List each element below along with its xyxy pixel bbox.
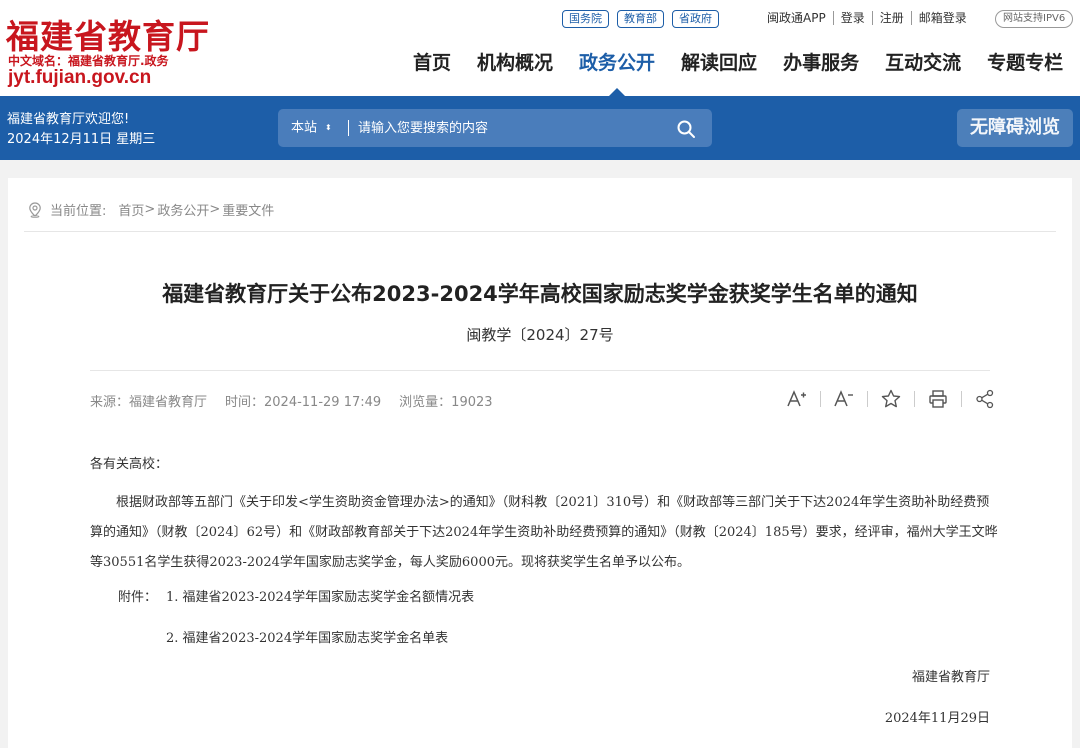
breadcrumb-label: 当前位置: [50, 204, 107, 219]
article-time: 时间：2024-11-29 17:49 [225, 395, 382, 410]
register-link[interactable]: 注册 [873, 11, 912, 25]
article-source: 来源：福建省教育厅 [90, 395, 208, 410]
nav-item-services[interactable]: 办事服务 [770, 50, 872, 76]
app-link[interactable]: 闽政通APP [760, 11, 834, 25]
gov-link-provincial-government[interactable]: 省政府 [672, 10, 719, 28]
sign-date: 2024年11月29日 [884, 711, 990, 726]
top-links: 闽政通APP 登录 注册 邮箱登录 [760, 11, 974, 25]
welcome-search-bar: 福建省教育厅欢迎您! 2024年12月11日 星期三 本站 ⬍ 无障碍浏览 [0, 96, 1080, 160]
nav-item-government-affairs[interactable]: 政务公开 [566, 50, 668, 96]
search-box: 本站 ⬍ [278, 109, 712, 147]
sort-arrows-icon: ⬍ [325, 123, 332, 132]
site-logo-title[interactable]: 福建省教育厅 [6, 10, 210, 58]
gov-links: 国务院 教育部 省政府 [562, 10, 719, 28]
breadcrumb-important-documents[interactable]: 重要文件 [222, 200, 274, 219]
article-meta: 来源：福建省教育厅 时间：2024-11-29 17:49 浏览量：19023 [90, 391, 493, 410]
nav-item-topics[interactable]: 专题专栏 [974, 50, 1076, 76]
meta-divider [90, 370, 990, 371]
site-logo-domain: jyt.fujian.gov.cn [8, 67, 152, 88]
article-card: 当前位置: 首页 > 政务公开 > 重要文件 福建省教育厅关于公布2023-2024… [8, 178, 1072, 748]
article-paragraph: 根据财政部等五部门《关于印发<学生资助资金管理办法>的通知》（财科教〔2021〕… [90, 495, 998, 570]
print-icon[interactable] [927, 388, 949, 410]
current-date: 2024年12月11日 星期三 [7, 132, 156, 147]
article-tools [786, 388, 996, 410]
search-scope-value: 本站 [291, 120, 318, 136]
search-icon[interactable] [676, 119, 696, 139]
signer: 福建省教育厅 [911, 670, 990, 685]
nav-item-interaction[interactable]: 互动交流 [872, 50, 974, 76]
search-scope-select[interactable]: 本站 ⬍ [291, 109, 332, 147]
tool-divider [961, 391, 962, 407]
location-pin-icon [29, 201, 41, 218]
font-larger-icon[interactable] [786, 388, 808, 410]
gov-link-ministry-of-education[interactable]: 教育部 [617, 10, 664, 28]
breadcrumb: 当前位置: 首页 > 政务公开 > 重要文件 [28, 200, 274, 219]
search-input[interactable] [358, 115, 658, 141]
attachment-link-2[interactable]: 2. 福建省2023-2024学年国家励志奖学金名单表 [166, 627, 448, 646]
login-link[interactable]: 登录 [834, 11, 873, 25]
share-icon[interactable] [974, 388, 996, 410]
attachment-label: 附件： [118, 590, 158, 605]
tool-divider [820, 391, 821, 407]
tool-divider [867, 391, 868, 407]
search-divider [348, 120, 349, 136]
gov-link-state-council[interactable]: 国务院 [562, 10, 609, 28]
site-header: 福建省教育厅 中文域名：福建省教育厅.政务 jyt.fujian.gov.cn … [0, 0, 1080, 96]
star-icon[interactable] [880, 388, 902, 410]
welcome-message: 福建省教育厅欢迎您! [7, 112, 130, 127]
tool-divider [914, 391, 915, 407]
welcome-text: 福建省教育厅欢迎您! 2024年12月11日 星期三 [7, 110, 155, 150]
ipv6-badge: 网站支持IPV6 [995, 10, 1074, 28]
salutation: 各有关高校： [90, 457, 169, 472]
nav-item-home[interactable]: 首页 [400, 50, 464, 76]
nav-item-interpretation[interactable]: 解读回应 [668, 50, 770, 76]
nav-item-organization[interactable]: 机构概况 [464, 50, 566, 76]
breadcrumb-home[interactable]: 首页 [118, 200, 144, 219]
article-title: 福建省教育厅关于公布2023-2024学年高校国家励志奖学金获奖学生名单的通知 [162, 282, 918, 306]
breadcrumb-government-affairs[interactable]: 政务公开 [157, 200, 209, 219]
main-nav: 首页 机构概况 政务公开 解读回应 办事服务 互动交流 专题专栏 [400, 50, 1076, 96]
article-views: 浏览量：19023 [399, 395, 493, 410]
breadcrumb-divider [24, 231, 1056, 232]
breadcrumb-separator: > [209, 202, 221, 217]
mail-login-link[interactable]: 邮箱登录 [912, 11, 974, 25]
attachment-link-1[interactable]: 1. 福建省2023-2024学年国家励志奖学金名额情况表 [166, 586, 474, 605]
breadcrumb-separator: > [144, 202, 156, 217]
accessibility-button[interactable]: 无障碍浏览 [957, 109, 1073, 147]
document-number: 闽教学〔2024〕27号 [466, 326, 614, 344]
font-smaller-icon[interactable] [833, 388, 855, 410]
